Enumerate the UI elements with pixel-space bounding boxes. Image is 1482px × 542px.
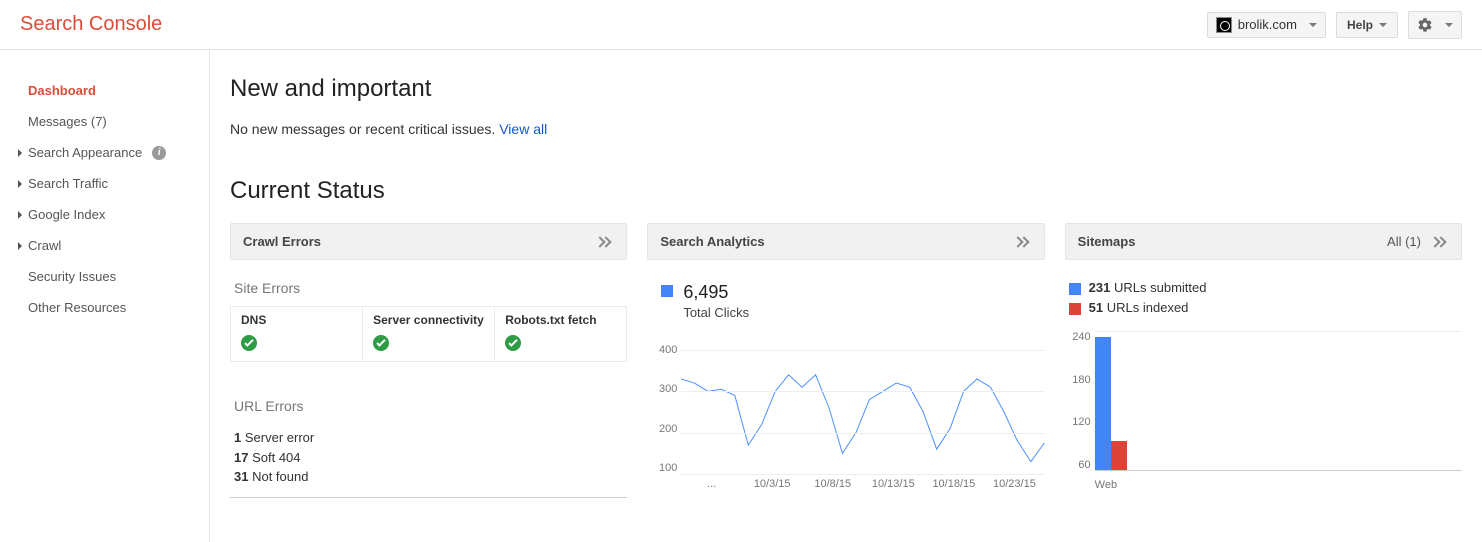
sitemaps-all-label: All (1) — [1387, 234, 1421, 249]
caret-down-icon — [1379, 23, 1387, 27]
chevrons-right-icon — [1014, 236, 1032, 248]
sitemaps-bar-chart[interactable]: 240 180 120 60 Web — [1065, 331, 1462, 491]
gear-icon — [1417, 17, 1433, 33]
check-icon — [505, 335, 521, 351]
sidebar-item-messages[interactable]: Messages (7) — [14, 106, 209, 137]
new-important-heading: New and important — [230, 75, 1462, 103]
total-clicks-value: 6,495 — [683, 282, 749, 303]
chart-y-ticks: 400 300 200 100 — [647, 344, 681, 474]
info-icon[interactable]: i — [152, 146, 166, 160]
caret-right-icon — [18, 149, 22, 157]
sidebar-item-google-index[interactable]: Google Index — [14, 199, 209, 230]
card-title: Search Analytics — [660, 234, 764, 249]
view-all-link[interactable]: View all — [499, 121, 547, 137]
sidebar-item-label: Other Resources — [28, 300, 126, 315]
url-errors-label: URL Errors — [230, 392, 627, 424]
settings-button[interactable] — [1408, 11, 1462, 39]
legend-submitted: 231 URLs submitted — [1069, 278, 1462, 298]
property-name: brolik.com — [1238, 17, 1297, 32]
total-clicks-label: Total Clicks — [683, 305, 749, 320]
sidebar-item-label: Security Issues — [28, 269, 116, 284]
status-message: No new messages or recent critical issue… — [230, 121, 1462, 137]
legend-indexed: 51 URLs indexed — [1069, 298, 1462, 318]
app-header: Search Console brolik.com Help — [0, 0, 1482, 50]
legend-swatch-blue-icon — [1069, 283, 1081, 295]
site-error-label: DNS — [241, 313, 352, 327]
property-selector[interactable]: brolik.com — [1207, 12, 1326, 38]
url-error-row[interactable]: 31 Not found — [234, 467, 623, 487]
sidebar-item-label: Search Appearance — [28, 145, 142, 160]
clicks-legend: 6,495 Total Clicks — [647, 274, 1044, 334]
sidebar-item-label: Search Traffic — [28, 176, 108, 191]
url-error-row[interactable]: 17 Soft 404 — [234, 448, 623, 468]
header-actions: brolik.com Help — [1207, 11, 1462, 39]
site-errors-grid: DNS Server connectivity Robots.txt fetch — [230, 306, 627, 362]
chart-y-ticks: 240 180 120 60 — [1065, 331, 1095, 471]
chart-plot — [1095, 331, 1462, 471]
sidebar-item-label: Google Index — [28, 207, 105, 222]
sidebar-item-search-appearance[interactable]: Search Appearance i — [14, 137, 209, 168]
help-button-label: Help — [1347, 18, 1373, 32]
sitemaps-header[interactable]: Sitemaps All (1) — [1065, 223, 1462, 260]
search-analytics-card: Search Analytics 6,495 Total Clicks 400 … — [647, 223, 1044, 498]
status-text: No new messages or recent critical issue… — [230, 121, 495, 137]
legend-swatch-blue-icon — [661, 285, 673, 297]
check-icon — [373, 335, 389, 351]
current-status-heading: Current Status — [230, 177, 1462, 205]
site-error-server[interactable]: Server connectivity — [363, 307, 495, 361]
caret-right-icon — [18, 211, 22, 219]
chart-plot — [681, 350, 1044, 474]
site-error-robots[interactable]: Robots.txt fetch — [495, 307, 626, 361]
sidebar-item-label: Messages (7) — [28, 114, 107, 129]
site-error-label: Robots.txt fetch — [505, 313, 616, 327]
app-title[interactable]: Search Console — [20, 13, 162, 36]
sidebar-item-dashboard[interactable]: Dashboard — [14, 75, 209, 106]
crawl-errors-card: Crawl Errors Site Errors DNS Server conn… — [230, 223, 627, 498]
sidebar-item-crawl[interactable]: Crawl — [14, 230, 209, 261]
url-errors-list: 1 Server error 17 Soft 404 31 Not found — [230, 424, 627, 498]
sitemaps-legend: 231 URLs submitted 51 URLs indexed — [1065, 274, 1462, 327]
chart-x-label: Web — [1095, 479, 1117, 491]
card-title: Sitemaps — [1078, 234, 1136, 249]
help-button[interactable]: Help — [1336, 12, 1398, 38]
url-errors-section: URL Errors 1 Server error 17 Soft 404 31… — [230, 392, 627, 498]
site-error-dns[interactable]: DNS — [231, 307, 363, 361]
chevrons-right-icon — [596, 236, 614, 248]
sidebar-item-search-traffic[interactable]: Search Traffic — [14, 168, 209, 199]
main-content: New and important No new messages or rec… — [210, 50, 1482, 542]
sitemaps-card: Sitemaps All (1) 231 URLs submitted 51 U… — [1065, 223, 1462, 498]
sidebar-item-security-issues[interactable]: Security Issues — [14, 261, 209, 292]
caret-down-icon — [1445, 23, 1453, 27]
sidebar-item-label: Crawl — [28, 238, 61, 253]
site-favicon-icon — [1216, 17, 1232, 33]
search-analytics-header[interactable]: Search Analytics — [647, 223, 1044, 260]
url-error-row[interactable]: 1 Server error — [234, 428, 623, 448]
chart-x-ticks: ... 10/3/15 10/8/15 10/13/15 10/18/15 10… — [681, 478, 1044, 494]
crawl-errors-header[interactable]: Crawl Errors — [230, 223, 627, 260]
clicks-line-chart[interactable]: 400 300 200 100 — [647, 344, 1044, 494]
site-error-label: Server connectivity — [373, 313, 484, 327]
card-title: Crawl Errors — [243, 234, 321, 249]
caret-down-icon — [1309, 23, 1317, 27]
caret-right-icon — [18, 180, 22, 188]
legend-swatch-red-icon — [1069, 303, 1081, 315]
sidebar-item-other-resources[interactable]: Other Resources — [14, 292, 209, 323]
check-icon — [241, 335, 257, 351]
site-errors-label: Site Errors — [230, 274, 627, 306]
sidebar-item-label: Dashboard — [28, 83, 96, 98]
caret-right-icon — [18, 242, 22, 250]
chevrons-right-icon — [1431, 236, 1449, 248]
sidebar-nav: Dashboard Messages (7) Search Appearance… — [0, 50, 210, 542]
